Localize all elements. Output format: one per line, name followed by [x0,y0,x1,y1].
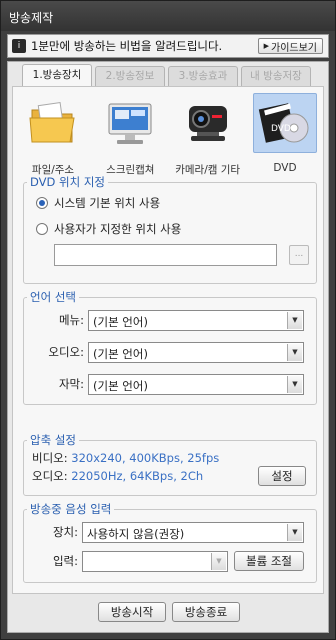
dvd-icon: DVD [258,96,312,150]
info-icon: i [12,39,26,53]
device-label: 장치: [52,525,78,539]
menu-label: 메뉴: [58,313,84,327]
source-file[interactable]: 파일/주소 [19,92,87,176]
tab-effects[interactable]: 3.방송효과 [168,66,238,86]
tab-content: 파일/주소 스크린캡쳐 카메라/캠 기타 DVD DVD DVD 위치 지정 시… [12,86,324,594]
video-value: 320x240, 400KBps, 25fps [71,451,220,465]
dvd-location-group: DVD 위치 지정 시스템 기본 위치 사용 사용자가 지정한 위치 사용 ..… [23,174,317,284]
dropdown-arrow-icon[interactable]: ▼ [287,311,302,329]
webcam-icon [181,96,235,150]
arrow-right-icon: ▶ [263,42,269,50]
dropdown-arrow-icon[interactable]: ▼ [287,343,302,361]
monitor-icon [103,96,157,150]
radio-button[interactable] [36,197,48,209]
dvd-path-input[interactable] [54,244,277,266]
dropdown-arrow-icon[interactable]: ▼ [211,552,226,570]
menu-language-select[interactable]: (기본 언어) ▼ [88,309,304,331]
main-panel: 1.방송장치 2.방송정보 3.방송효과 내 방송저장 파일/주소 스크린캡쳐 … [7,61,329,633]
source-camera[interactable]: 카메라/캠 기타 [174,92,242,176]
source-selector: 파일/주소 스크린캡쳐 카메라/캠 기타 DVD DVD [19,92,319,176]
video-label: 비디오: [32,451,68,465]
stop-broadcast-button[interactable]: 방송종료 [172,602,240,622]
source-label-dvd: DVD [273,162,297,174]
window-title: 방송제작 [1,1,335,31]
tab-info[interactable]: 2.방송정보 [95,66,165,86]
device-select[interactable]: 사용하지 않음(권장) ▼ [82,521,304,543]
source-screen[interactable]: 스크린캡쳐 [96,92,164,176]
notice-text: 1분만에 방송하는 비법을 알려드립니다. [31,39,223,53]
voice-input-group: 방송중 음성 입력 장치: 사용하지 않음(권장) ▼ 입력: ▼ 볼륨 조절 [23,501,317,583]
dvd-location-legend: DVD 위치 지정 [30,175,106,189]
folder-icon [26,96,80,150]
subtitle-label: 자막: [58,377,84,391]
start-broadcast-button[interactable]: 방송시작 [98,602,166,622]
input-row: 입력: ▼ 볼륨 조절 [24,548,316,574]
compression-settings-button[interactable]: 설정 [258,466,306,486]
tab-my-save[interactable]: 내 방송저장 [241,66,311,86]
audio-language-select[interactable]: (기본 언어) ▼ [88,341,304,363]
path-row: ... [24,244,316,266]
dropdown-arrow-icon[interactable]: ▼ [287,375,302,393]
device-row: 장치: 사용하지 않음(권장) ▼ [24,519,316,545]
tab-bar: 1.방송장치 2.방송정보 3.방송효과 내 방송저장 [22,64,311,86]
broadcast-window: 방송제작 i 1분만에 방송하는 비법을 알려드립니다. ▶ 가이드보기 1.방송… [0,0,336,640]
tab-device[interactable]: 1.방송장치 [22,64,92,86]
audio-label: 오디오: [32,469,68,483]
voice-input-legend: 방송중 음성 입력 [30,502,112,516]
language-group: 언어 선택 메뉴: (기본 언어) ▼ 오디오: (기본 언어) ▼ 자막: (기본… [23,289,317,405]
radio-system-location[interactable]: 시스템 기본 위치 사용 [24,192,316,214]
input-select[interactable]: ▼ [82,550,228,572]
notice-bar: i 1분만에 방송하는 비법을 알려드립니다. ▶ 가이드보기 [7,34,329,58]
audio-label: 오디오: [48,345,84,359]
radio-user-location[interactable]: 사용자가 지정한 위치 사용 [24,218,316,240]
volume-adjust-button[interactable]: 볼륨 조절 [234,551,304,571]
input-label: 입력: [52,554,78,568]
source-dvd[interactable]: DVD DVD [251,92,319,176]
guide-button[interactable]: ▶ 가이드보기 [257,38,323,54]
menu-language-row: 메뉴: (기본 언어) ▼ [24,307,316,333]
compression-group: 압축 설정 비디오: 320x240, 400KBps, 25fps 오디오: … [23,432,317,496]
svg-text:DVD: DVD [271,124,291,134]
subtitle-language-row: 자막: (기본 언어) ▼ [24,371,316,397]
subtitle-language-select[interactable]: (기본 언어) ▼ [88,373,304,395]
audio-value: 22050Hz, 64KBps, 2Ch [71,469,204,483]
audio-language-row: 오디오: (기본 언어) ▼ [24,339,316,365]
compression-legend: 압축 설정 [30,433,76,447]
radio-button[interactable] [36,223,48,235]
dropdown-arrow-icon[interactable]: ▼ [287,523,302,541]
browse-button[interactable]: ... [289,245,309,265]
language-legend: 언어 선택 [30,290,76,304]
